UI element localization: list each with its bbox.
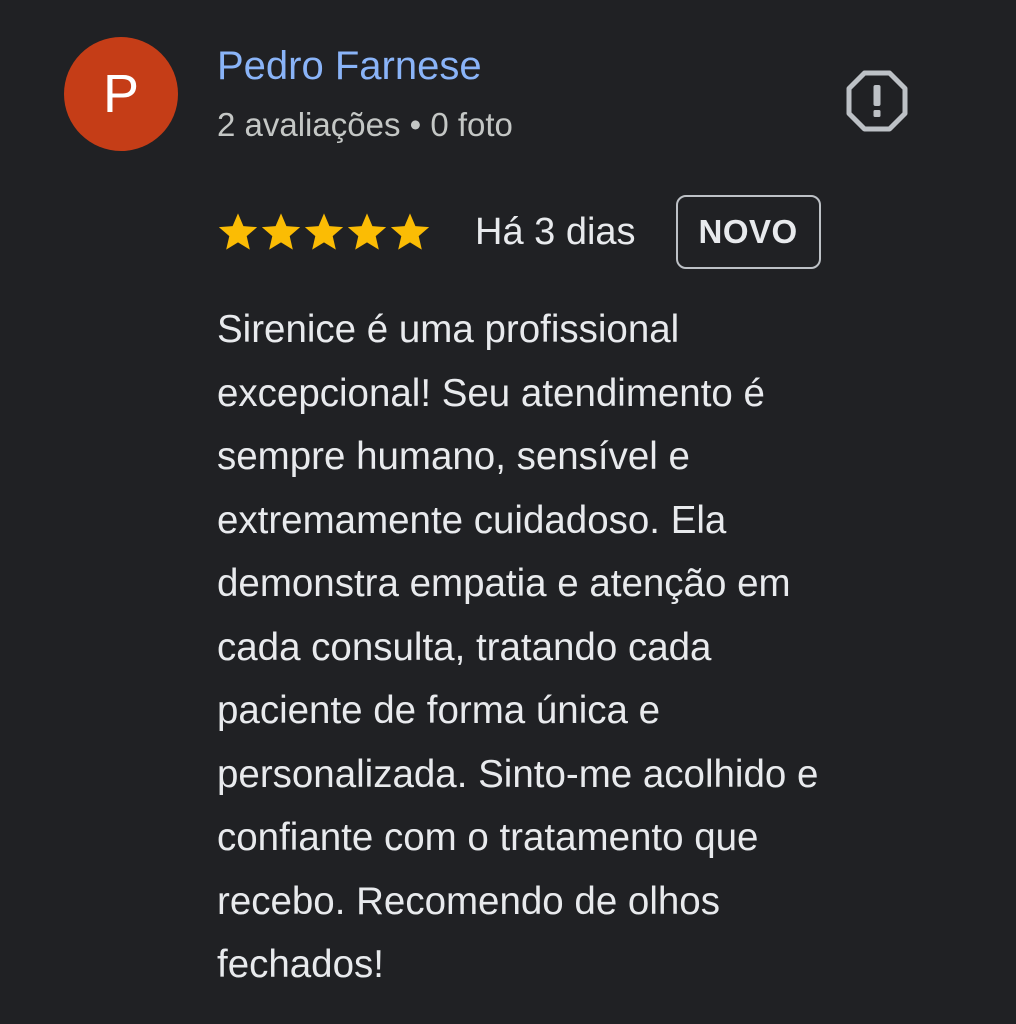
- star-icon: [390, 213, 430, 250]
- reviewer-name[interactable]: Pedro Farnese: [217, 44, 482, 89]
- review-text-line: fechados!: [217, 943, 384, 986]
- review-text: Sirenice é uma profissional excepcional! …: [217, 298, 977, 997]
- review-text-line: demonstra empatia e atenção em: [217, 562, 791, 605]
- star-icon: [261, 213, 301, 250]
- report-flag-icon[interactable]: [846, 70, 908, 132]
- star-icon: [218, 213, 258, 250]
- avatar[interactable]: P: [64, 37, 178, 151]
- review-text-line: excepcional! Seu atendimento é: [217, 371, 765, 415]
- review-text-line: recebo. Recomendo de olhos: [217, 879, 720, 923]
- review-text-line: sempre humano, sensível e: [217, 435, 690, 478]
- new-badge: NOVO: [675, 195, 821, 269]
- avatar-initial: P: [102, 64, 140, 124]
- star-rating: [217, 212, 431, 252]
- rating-row: Há 3 dias NOVO: [217, 195, 821, 269]
- review-text-line: paciente de forma única e: [217, 689, 661, 732]
- review-text-line: cada consulta, tratando cada: [217, 625, 712, 669]
- star-icon: [304, 213, 344, 250]
- review-text-line: confiante com o tratamento que: [217, 816, 759, 859]
- review-card: P Pedro Farnese 2 avaliações • 0 foto Há…: [0, 0, 1016, 1024]
- review-date: Há 3 dias: [475, 210, 636, 253]
- review-text-line: Sirenice é uma profissional: [217, 308, 680, 351]
- review-text-line: extremamente cuidadoso. Ela: [217, 498, 727, 542]
- review-text-line: personalizada. Sinto-me acolhido e: [217, 752, 819, 796]
- reviewer-meta: 2 avaliações • 0 foto: [217, 106, 513, 143]
- star-icon: [347, 213, 387, 250]
